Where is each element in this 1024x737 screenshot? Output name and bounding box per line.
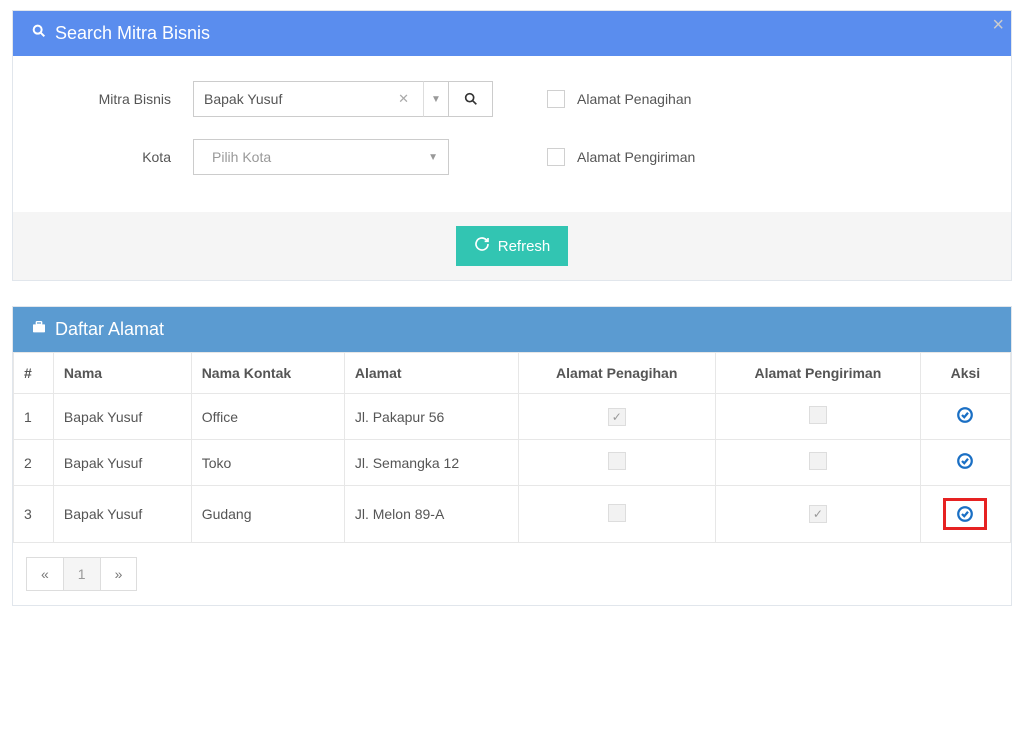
cell-num: 1 <box>14 394 54 440</box>
cell-pengiriman <box>715 440 920 486</box>
close-icon[interactable]: × <box>992 14 1004 37</box>
table-row: 2Bapak YusufTokoJl. Semangka 12 <box>14 440 1011 486</box>
cell-aksi <box>920 394 1010 440</box>
cell-pengiriman <box>715 394 920 440</box>
cell-kontak: Office <box>191 394 344 440</box>
cell-alamat: Jl. Pakapur 56 <box>344 394 518 440</box>
cell-nama: Bapak Yusuf <box>53 486 191 543</box>
th-pengiriman: Alamat Pengiriman <box>715 353 920 394</box>
checkbox-icon <box>608 504 626 522</box>
checkbox-icon <box>809 452 827 470</box>
checkbox-icon <box>608 408 626 426</box>
search-panel-header: Search Mitra Bisnis <box>13 11 1011 56</box>
th-alamat: Alamat <box>344 353 518 394</box>
list-panel: Daftar Alamat # Nama Nama Kontak Alamat … <box>12 306 1012 606</box>
cell-penagihan <box>518 440 715 486</box>
pager-page-1[interactable]: 1 <box>63 557 101 591</box>
refresh-label: Refresh <box>498 238 551 255</box>
search-panel-title: Search Mitra Bisnis <box>55 23 210 44</box>
cell-alamat: Jl. Semangka 12 <box>344 440 518 486</box>
th-aksi: Aksi <box>920 353 1010 394</box>
chevron-down-icon[interactable]: ▼ <box>423 81 449 117</box>
cell-num: 2 <box>14 440 54 486</box>
pager-prev[interactable]: « <box>26 557 64 591</box>
refresh-button[interactable]: Refresh <box>456 226 569 266</box>
th-kontak: Nama Kontak <box>191 353 344 394</box>
mitra-search-button[interactable] <box>449 81 493 117</box>
briefcase-icon <box>31 319 47 340</box>
pager-next[interactable]: » <box>100 557 138 591</box>
cell-aksi <box>920 486 1010 543</box>
th-num: # <box>14 353 54 394</box>
checkbox-icon <box>608 452 626 470</box>
pengiriman-label: Alamat Pengiriman <box>577 149 695 165</box>
checkbox-icon <box>547 90 565 108</box>
pengiriman-checkbox[interactable]: Alamat Pengiriman <box>547 148 695 166</box>
refresh-icon <box>474 236 490 256</box>
mitra-label: Mitra Bisnis <box>28 91 193 107</box>
search-icon <box>31 23 47 44</box>
clear-icon[interactable]: ✕ <box>398 91 409 107</box>
select-action-icon[interactable] <box>956 406 974 424</box>
list-panel-header: Daftar Alamat <box>13 307 1011 352</box>
cell-alamat: Jl. Melon 89-A <box>344 486 518 543</box>
cell-penagihan <box>518 486 715 543</box>
th-penagihan: Alamat Penagihan <box>518 353 715 394</box>
cell-num: 3 <box>14 486 54 543</box>
cell-nama: Bapak Yusuf <box>53 440 191 486</box>
penagihan-label: Alamat Penagihan <box>577 91 691 107</box>
kota-placeholder: Pilih Kota <box>204 149 271 165</box>
search-panel: Search Mitra Bisnis Mitra Bisnis Bapak Y… <box>12 10 1012 281</box>
penagihan-checkbox[interactable]: Alamat Penagihan <box>547 90 691 108</box>
kota-label: Kota <box>28 149 193 165</box>
kota-select[interactable]: Pilih Kota ▼ <box>193 139 449 175</box>
table-row: 3Bapak YusufGudangJl. Melon 89-A <box>14 486 1011 543</box>
mitra-select[interactable]: Bapak Yusuf ✕ ▼ <box>193 81 493 117</box>
table-row: 1Bapak YusufOfficeJl. Pakapur 56 <box>14 394 1011 440</box>
cell-nama: Bapak Yusuf <box>53 394 191 440</box>
pager: « 1 » <box>13 543 1011 605</box>
th-nama: Nama <box>53 353 191 394</box>
mitra-value: Bapak Yusuf <box>204 91 398 107</box>
alamat-table: # Nama Nama Kontak Alamat Alamat Penagih… <box>13 352 1011 543</box>
select-action-highlight[interactable] <box>943 498 987 530</box>
list-panel-title: Daftar Alamat <box>55 319 164 340</box>
cell-kontak: Toko <box>191 440 344 486</box>
checkbox-icon <box>547 148 565 166</box>
checkbox-icon <box>809 505 827 523</box>
chevron-down-icon: ▼ <box>428 152 438 163</box>
cell-aksi <box>920 440 1010 486</box>
cell-pengiriman <box>715 486 920 543</box>
select-action-icon[interactable] <box>956 505 974 523</box>
checkbox-icon <box>809 406 827 424</box>
select-action-icon[interactable] <box>956 452 974 470</box>
cell-penagihan <box>518 394 715 440</box>
search-footer: Refresh <box>13 212 1011 280</box>
cell-kontak: Gudang <box>191 486 344 543</box>
